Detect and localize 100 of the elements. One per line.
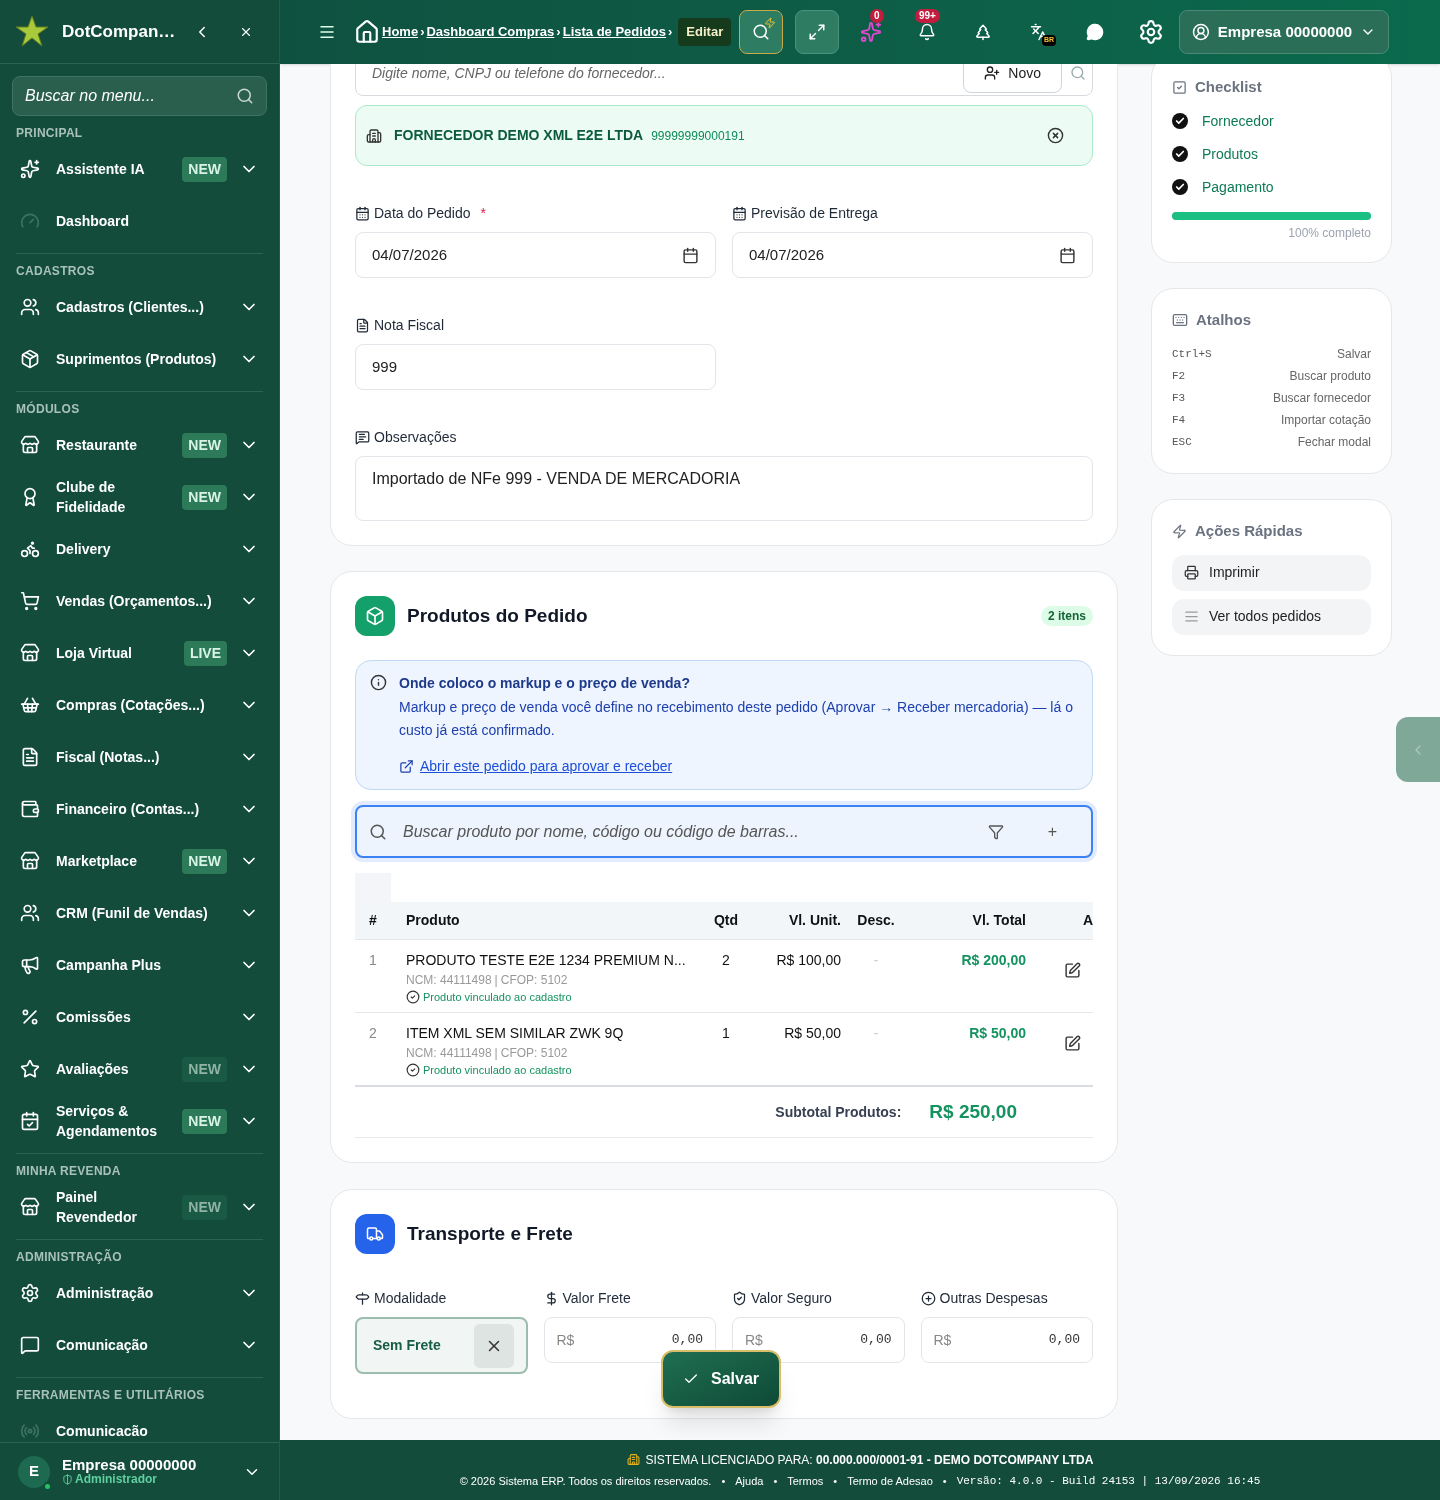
menu-item[interactable]: Suprimentos (Produtos): [16, 333, 263, 385]
menu-item[interactable]: Compras (Cotações...): [16, 679, 263, 731]
menu-item[interactable]: Fiscal (Notas...): [16, 731, 263, 783]
calendar-icon[interactable]: [1059, 246, 1076, 264]
box-icon: [355, 596, 395, 636]
column-header: Produto: [391, 902, 701, 939]
fullscreen-button[interactable]: [795, 10, 839, 54]
field-label: Valor Frete: [562, 1289, 631, 1308]
menu-item[interactable]: Campanha Plus: [16, 939, 263, 991]
section-heading: FERRAMENTAS E UTILITÁRIOS: [16, 1386, 206, 1404]
breadcrumb-link[interactable]: Dashboard Compras: [426, 22, 555, 42]
quick-action-button[interactable]: Imprimir: [1172, 554, 1371, 591]
menu-item[interactable]: Restaurante NEW: [16, 419, 263, 471]
invoice-field[interactable]: 999: [355, 344, 716, 390]
menu-item[interactable]: Loja Virtual LIVE: [16, 627, 263, 679]
table-cell: 1: [701, 1012, 751, 1085]
clear-button[interactable]: [473, 1323, 514, 1368]
date-field[interactable]: 04/07/2026: [732, 232, 1093, 278]
menu-item[interactable]: Clube de Fidelidade NEW: [16, 471, 263, 523]
freight-mode-select[interactable]: Sem Frete: [373, 1335, 441, 1356]
new-supplier-button[interactable]: Novo: [963, 64, 1062, 93]
table-cell: R$ 50,00: [751, 1012, 841, 1085]
column-header: A: [1026, 902, 1093, 939]
account-menu[interactable]: Empresa 00000000: [1179, 10, 1389, 54]
menu-item[interactable]: Administração: [16, 1267, 263, 1319]
menu-item[interactable]: Comunicacão: [16, 1405, 263, 1442]
currency-prefix: R$: [933, 1330, 952, 1350]
field-label: Observações: [374, 428, 457, 447]
amount-field[interactable]: 0,00: [1048, 1330, 1080, 1350]
store-icon: [20, 1197, 40, 1217]
checklist-item: Pagamento: [1202, 177, 1274, 197]
menu-item[interactable]: Comunicação: [16, 1319, 263, 1371]
document-icon: [20, 747, 40, 767]
menu-item[interactable]: Delivery: [16, 523, 263, 575]
add-product-button[interactable]: +: [1047, 819, 1057, 844]
footer-link[interactable]: Termo de Adesao: [847, 1472, 933, 1490]
filter-icon[interactable]: [987, 823, 1004, 840]
currency-prefix: R$: [556, 1330, 575, 1350]
breadcrumb-link[interactable]: Home: [382, 22, 419, 42]
menu-search-field[interactable]: Buscar no menu...: [12, 76, 267, 116]
new-badge: NEW: [182, 1108, 227, 1134]
save-button[interactable]: Salvar: [661, 1350, 781, 1408]
edit-icon[interactable]: [1064, 961, 1081, 979]
shortcut-action: Salvar: [1337, 346, 1371, 363]
menu-item[interactable]: Avaliações NEW: [16, 1043, 263, 1095]
remove-icon[interactable]: [1047, 127, 1064, 144]
menu-item[interactable]: Assistente IA NEW: [16, 143, 263, 195]
code-separator: |: [494, 971, 498, 989]
keyboard-icon: [1172, 311, 1188, 328]
menu-search-input[interactable]: Buscar no menu...: [25, 84, 236, 108]
approve-link[interactable]: Abrir este pedido para aprovar e receber: [420, 756, 673, 777]
new-badge: NEW: [182, 484, 227, 510]
column-header: Vl. Total: [911, 902, 1026, 939]
separator-dot: •: [942, 1473, 947, 1489]
chat-icon[interactable]: [1086, 23, 1104, 41]
footer-link[interactable]: Termos: [787, 1472, 824, 1490]
bell-icon[interactable]: [918, 23, 936, 41]
open-icon: [399, 759, 414, 774]
menu-item[interactable]: Painel Revendedor NEW: [16, 1181, 263, 1233]
menu-icon[interactable]: [318, 23, 336, 41]
supplier-search-field[interactable]: Digite nome, CNPJ ou telefone do fornecedor... Novo: [355, 64, 1093, 96]
bike-icon: [20, 539, 40, 559]
amount-field[interactable]: 0,00: [860, 1330, 892, 1350]
table-cell: 2: [355, 1012, 391, 1085]
user-name: Empresa 00000000: [62, 1456, 198, 1472]
subtotal-label: Subtotal Produtos:: [775, 1102, 902, 1122]
separator-dot: •: [833, 1473, 838, 1489]
progress-caption: 100% completo: [1287, 224, 1371, 242]
menu-item[interactable]: Serviços & Agendamentos NEW: [16, 1095, 263, 1147]
signpost-icon: [355, 1291, 370, 1306]
breadcrumb-link[interactable]: Lista de Pedidos: [562, 22, 666, 42]
quick-search-button[interactable]: [739, 10, 783, 54]
notes-field[interactable]: Importado de NFe 999 - VENDA DE MERCADORIA: [355, 456, 1093, 521]
menu-item[interactable]: Vendas (Orçamentos...): [16, 575, 263, 627]
megaphone-icon: [20, 955, 40, 975]
product-search-field[interactable]: Buscar produto por nome, código ou código de barras... +: [355, 805, 1093, 858]
settings-icon[interactable]: [1138, 19, 1164, 45]
new-tag: NEW: [182, 1194, 227, 1220]
date-field[interactable]: 04/07/2026: [355, 232, 716, 278]
menu-item[interactable]: Comissões: [16, 991, 263, 1043]
search-icon[interactable]: [236, 87, 254, 105]
calendar-icon[interactable]: [682, 246, 699, 264]
menu-item[interactable]: Dashboard: [16, 195, 263, 247]
menu-item[interactable]: CRM (Funil de Vendas): [16, 887, 263, 939]
quick-action-button[interactable]: Ver todos pedidos: [1172, 598, 1371, 635]
bolt-icon: [1172, 523, 1187, 539]
tree-icon[interactable]: [974, 23, 992, 41]
product-name: ITEM XML SEM SIMILAR ZWK 9Q: [406, 1023, 625, 1043]
menu-item[interactable]: Marketplace NEW: [16, 835, 263, 887]
shortcut-key: F3: [1172, 389, 1186, 407]
bolt-icon: [764, 17, 776, 29]
amount-field[interactable]: 0,00: [671, 1330, 703, 1350]
info-text: Markup e preço de venda você define no recebimento deste pedido (Aprovar → Receber mercadoria) — lá o custo já está confirmado.: [399, 698, 1074, 740]
table-cell: R$ 50,00: [911, 1012, 1026, 1085]
edit-icon[interactable]: [1064, 1034, 1081, 1052]
footer-link[interactable]: Ajuda: [735, 1472, 764, 1490]
menu-item[interactable]: Cadastros (Clientes...): [16, 281, 263, 333]
supplier-name: FORNECEDOR DEMO XML E2E LTDA: [394, 126, 644, 145]
cart-icon: [20, 591, 40, 611]
menu-item[interactable]: Financeiro (Contas...): [16, 783, 263, 835]
